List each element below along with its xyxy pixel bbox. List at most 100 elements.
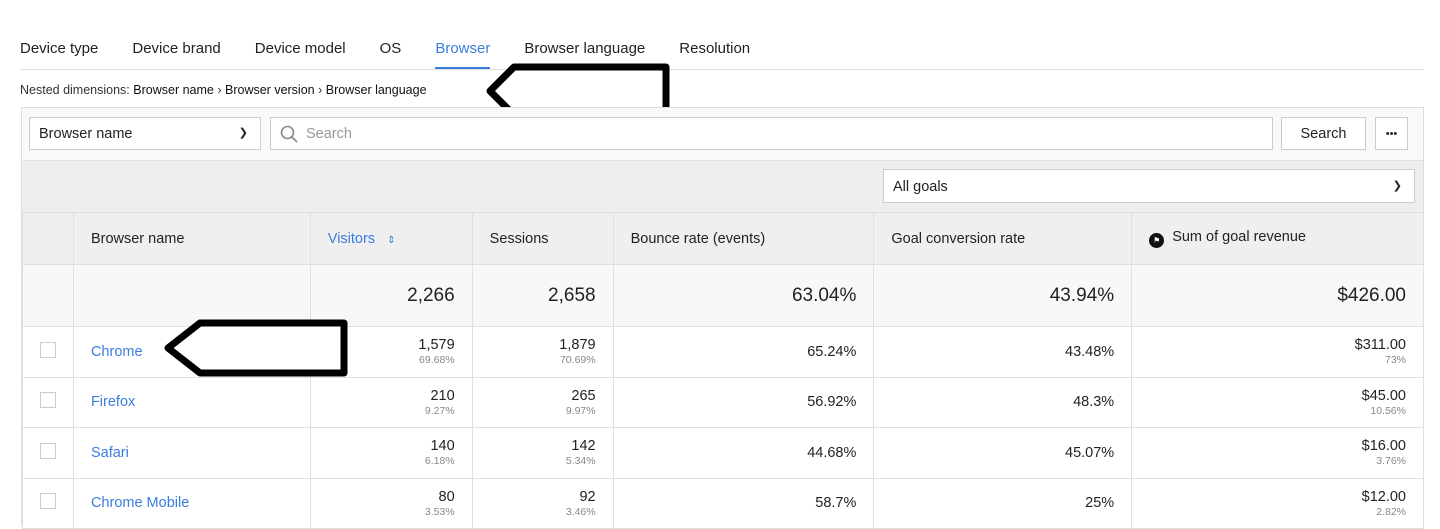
flag-icon: ⚑ <box>1149 233 1165 248</box>
column-header-visitors[interactable]: Visitors ⇕ <box>309 212 473 265</box>
sessions-pct: 9.97% <box>565 404 596 417</box>
search-icon <box>280 125 298 143</box>
revenue-label: Sum of goal revenue <box>1172 229 1306 245</box>
nested-item: Browser language <box>325 83 427 97</box>
tab-device-model[interactable]: Device model <box>255 30 346 69</box>
revenue-pct: 2.82% <box>1376 505 1406 518</box>
conversion-cell: 43.48% <box>873 326 1133 378</box>
visitors-label: Visitors <box>327 230 376 247</box>
revenue-cell: $12.00 2.82% <box>1131 477 1424 529</box>
table-row: Chrome Mobile 80 3.53% 92 3.46% 58.7% 25% … <box>22 477 1424 529</box>
row-checkbox[interactable] <box>39 493 56 510</box>
separator: › <box>217 83 222 97</box>
search-button[interactable]: Search <box>1281 117 1366 150</box>
revenue-value: $12.00 <box>1361 488 1406 505</box>
row-checkbox[interactable] <box>39 392 56 409</box>
tab-browser[interactable]: Browser <box>435 30 491 69</box>
tab-device-type[interactable]: Device type <box>20 30 98 69</box>
sessions-cell: 142 5.34% <box>471 427 614 479</box>
tab-os[interactable]: OS <box>380 30 402 69</box>
browser-name-link[interactable]: Firefox <box>72 376 311 428</box>
revenue-cell: $16.00 3.76% <box>1131 427 1424 479</box>
conversion-cell: 48.3% <box>873 376 1133 428</box>
total-revenue: $426.00 <box>1131 264 1424 327</box>
report-panel: Browser name ❯ Search Search ••• All goal… <box>21 107 1424 529</box>
column-header-goal-conversion[interactable]: Goal conversion rate <box>873 212 1133 265</box>
column-header-bounce-rate[interactable]: Bounce rate (events) <box>612 212 875 265</box>
select-column-header <box>22 212 74 265</box>
row-checkbox-cell <box>22 427 74 479</box>
visitors-cell: 80 3.53% <box>309 477 473 529</box>
chevron-down-icon: ❯ <box>238 127 248 139</box>
conversion-cell: 25% <box>873 477 1133 529</box>
revenue-pct: 3.76% <box>1376 455 1406 468</box>
filter-row: All goals ❯ <box>22 161 1423 213</box>
total-sessions: 2,658 <box>471 264 614 327</box>
dimension-select[interactable]: Browser name ❯ <box>29 117 261 150</box>
table-row: Safari 140 6.18% 142 5.34% 44.68% 45.07% $… <box>22 427 1424 479</box>
revenue-cell: $311.00 73% <box>1131 326 1424 378</box>
sessions-pct: 70.69% <box>559 354 596 367</box>
visitors-cell: 140 6.18% <box>309 427 473 479</box>
chevron-down-icon: ❯ <box>1392 180 1402 192</box>
sessions-cell: 265 9.97% <box>471 376 614 428</box>
visitors-value: 140 <box>430 438 455 455</box>
revenue-value: $16.00 <box>1361 438 1406 455</box>
nested-item: Browser version <box>225 83 315 97</box>
tab-bar: Device type Device brand Device model OS… <box>20 30 1424 70</box>
tab-device-brand[interactable]: Device brand <box>132 30 220 69</box>
nested-label: Nested dimensions: <box>20 83 130 97</box>
browser-name-link[interactable]: Safari <box>72 427 311 479</box>
visitors-value: 80 <box>438 488 455 505</box>
total-conversion: 43.94% <box>873 264 1133 327</box>
column-header-browser-name[interactable]: Browser name <box>72 212 311 265</box>
goals-select[interactable]: All goals ❯ <box>883 169 1415 203</box>
visitors-pct: 6.18% <box>424 455 455 468</box>
row-checkbox[interactable] <box>39 442 56 459</box>
more-options-button[interactable]: ••• <box>1375 117 1408 150</box>
row-checkbox-cell <box>22 477 74 529</box>
bounce-cell: 58.7% <box>612 477 875 529</box>
nested-dimensions: Nested dimensions: Browser name › Browse… <box>20 83 427 97</box>
sort-icon: ⇕ <box>387 234 396 246</box>
sessions-value: 142 <box>571 438 596 455</box>
bounce-cell: 56.92% <box>612 376 875 428</box>
sessions-pct: 3.46% <box>565 505 596 518</box>
visitors-pct: 9.27% <box>424 404 455 417</box>
conversion-cell: 45.07% <box>873 427 1133 479</box>
revenue-value: $311.00 <box>1354 337 1406 354</box>
toolbar: Browser name ❯ Search Search ••• <box>22 108 1423 161</box>
separator: › <box>318 83 323 97</box>
sessions-cell: 1,879 70.69% <box>471 326 614 378</box>
annotation-arrow <box>164 319 348 377</box>
header-row: Browser name Visitors ⇕ Sessions Bounce … <box>22 212 1424 265</box>
browser-name-link[interactable]: Chrome Mobile <box>72 477 311 529</box>
search-input[interactable]: Search <box>270 117 1273 150</box>
sessions-value: 265 <box>571 387 596 404</box>
row-checkbox-cell <box>22 326 74 378</box>
tab-resolution[interactable]: Resolution <box>679 30 750 69</box>
revenue-pct: 10.56% <box>1370 404 1406 417</box>
revenue-pct: 73% <box>1384 354 1406 367</box>
sessions-value: 92 <box>579 488 596 505</box>
column-header-sessions[interactable]: Sessions <box>471 212 614 265</box>
goals-value: All goals <box>893 179 948 195</box>
column-header-goal-revenue[interactable]: ⚑ Sum of goal revenue <box>1131 212 1424 265</box>
sessions-pct: 5.34% <box>565 455 596 468</box>
visitors-value: 1,579 <box>418 337 455 354</box>
sessions-value: 1,879 <box>559 337 596 354</box>
revenue-value: $45.00 <box>1361 387 1406 404</box>
bounce-cell: 65.24% <box>612 326 875 378</box>
table-row: Firefox 210 9.27% 265 9.97% 56.92% 48.3% $… <box>22 376 1424 428</box>
row-checkbox-cell <box>22 376 74 428</box>
empty-cell <box>22 264 74 327</box>
visitors-value: 210 <box>430 387 455 404</box>
row-checkbox[interactable] <box>39 341 56 358</box>
visitors-pct: 3.53% <box>424 505 455 518</box>
search-placeholder: Search <box>306 126 352 142</box>
total-bounce: 63.04% <box>612 264 875 327</box>
revenue-cell: $45.00 10.56% <box>1131 376 1424 428</box>
nested-item: Browser name <box>133 83 214 97</box>
dimension-value: Browser name <box>39 126 133 142</box>
sessions-cell: 92 3.46% <box>471 477 614 529</box>
